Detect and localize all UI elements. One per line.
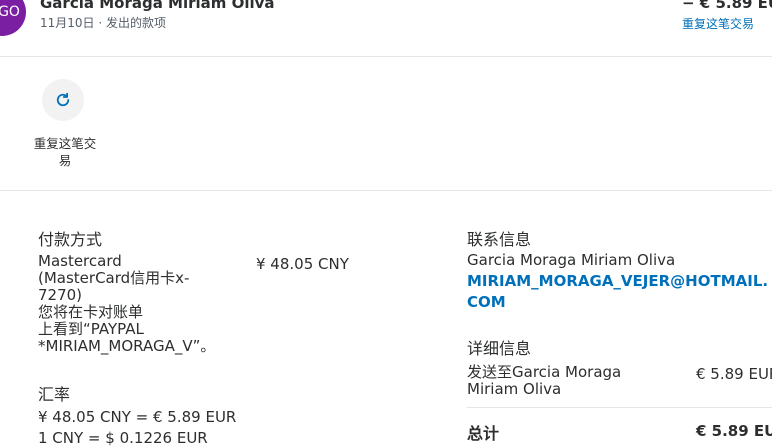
payment-method-line: 上看到“PAYPAL — [38, 320, 144, 338]
repeat-transaction-button[interactable] — [42, 79, 84, 121]
total-label: 总计 — [467, 424, 500, 443]
avatar: GO — [0, 0, 26, 36]
transaction-date-type: 11月10日 · 发出的款项 — [40, 16, 166, 30]
exchange-rate-line: ¥ 48.05 CNY = € 5.89 EUR — [38, 408, 237, 426]
total-amount: € 5.89 EUR — [696, 422, 772, 440]
sent-amount: € 5.89 EUR — [696, 365, 772, 383]
divider — [0, 190, 772, 191]
payment-method-line: (MasterCard信用卡x- — [38, 269, 190, 287]
transaction-amount: − € 5.89 EUR — [682, 0, 772, 12]
avatar-initials: GO — [0, 4, 20, 20]
repeat-transaction-caption: 重复这笔交易 — [33, 136, 97, 168]
exchange-rate-line: 1 CNY = $ 0.1226 EUR — [38, 429, 208, 447]
details-heading: 详细信息 — [467, 339, 532, 358]
payment-method-line: 您将在卡对账单 — [38, 303, 144, 321]
sent-to-line: 发送至Garcia Moraga — [467, 363, 622, 381]
exchange-rate-heading: 汇率 — [38, 385, 71, 404]
refresh-icon — [56, 92, 70, 107]
repeat-transaction-link[interactable]: 重复这笔交易 — [682, 15, 754, 32]
divider — [0, 56, 772, 57]
payment-method-heading: 付款方式 — [38, 230, 103, 249]
payment-amount: ¥ 48.05 CNY — [256, 255, 349, 273]
payment-method-line: 7270) — [38, 286, 83, 304]
contact-email-link[interactable]: MIRIAM_MORAGA_VEJER@HOTMAIL.COM — [467, 271, 772, 313]
divider — [467, 407, 772, 408]
payment-method-line: *MIRIAM_MORAGA_V”。 — [38, 337, 216, 355]
payment-method-line: Mastercard — [38, 252, 122, 270]
sent-to-line: Miriam Oliva — [467, 380, 562, 398]
contact-name: Garcia Moraga Miriam Oliva — [467, 251, 676, 269]
counterparty-name: Garcia Moraga Miriam Oliva — [40, 0, 275, 12]
payment-method-description: Mastercard (MasterCard信用卡x- 7270) 您将在卡对账… — [38, 253, 238, 355]
contact-info-heading: 联系信息 — [467, 230, 532, 249]
